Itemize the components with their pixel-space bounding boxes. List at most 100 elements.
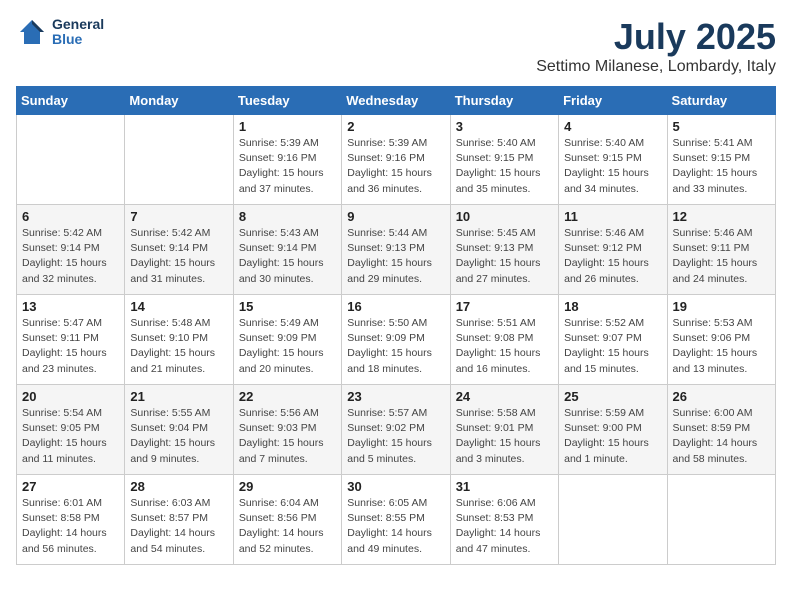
calendar-cell: 28 Sunrise: 6:03 AMSunset: 8:57 PMDaylig… xyxy=(125,475,233,565)
calendar-cell: 9 Sunrise: 5:44 AMSunset: 9:13 PMDayligh… xyxy=(342,205,450,295)
day-number: 27 xyxy=(22,479,119,494)
calendar-cell: 30 Sunrise: 6:05 AMSunset: 8:55 PMDaylig… xyxy=(342,475,450,565)
day-info: Sunrise: 5:46 AMSunset: 9:11 PMDaylight:… xyxy=(673,227,758,285)
calendar-week-row: 27 Sunrise: 6:01 AMSunset: 8:58 PMDaylig… xyxy=(17,475,776,565)
day-info: Sunrise: 5:52 AMSunset: 9:07 PMDaylight:… xyxy=(564,317,649,375)
weekday-header: Wednesday xyxy=(342,87,450,115)
day-number: 24 xyxy=(456,389,553,404)
weekday-header-row: SundayMondayTuesdayWednesdayThursdayFrid… xyxy=(17,87,776,115)
weekday-header: Monday xyxy=(125,87,233,115)
calendar-cell: 8 Sunrise: 5:43 AMSunset: 9:14 PMDayligh… xyxy=(233,205,341,295)
calendar-cell: 25 Sunrise: 5:59 AMSunset: 9:00 PMDaylig… xyxy=(559,385,667,475)
day-number: 5 xyxy=(673,119,770,134)
day-number: 2 xyxy=(347,119,444,134)
day-info: Sunrise: 5:56 AMSunset: 9:03 PMDaylight:… xyxy=(239,407,324,465)
day-info: Sunrise: 5:50 AMSunset: 9:09 PMDaylight:… xyxy=(347,317,432,375)
calendar-week-row: 20 Sunrise: 5:54 AMSunset: 9:05 PMDaylig… xyxy=(17,385,776,475)
day-info: Sunrise: 5:57 AMSunset: 9:02 PMDaylight:… xyxy=(347,407,432,465)
calendar-cell xyxy=(667,475,775,565)
day-number: 21 xyxy=(130,389,227,404)
day-number: 14 xyxy=(130,299,227,314)
calendar-week-row: 1 Sunrise: 5:39 AMSunset: 9:16 PMDayligh… xyxy=(17,115,776,205)
day-info: Sunrise: 5:44 AMSunset: 9:13 PMDaylight:… xyxy=(347,227,432,285)
day-info: Sunrise: 6:01 AMSunset: 8:58 PMDaylight:… xyxy=(22,497,107,555)
day-info: Sunrise: 6:04 AMSunset: 8:56 PMDaylight:… xyxy=(239,497,324,555)
day-info: Sunrise: 6:06 AMSunset: 8:53 PMDaylight:… xyxy=(456,497,541,555)
day-info: Sunrise: 5:42 AMSunset: 9:14 PMDaylight:… xyxy=(22,227,107,285)
day-info: Sunrise: 5:46 AMSunset: 9:12 PMDaylight:… xyxy=(564,227,649,285)
weekday-header: Tuesday xyxy=(233,87,341,115)
month-title: July 2025 xyxy=(536,16,776,58)
day-number: 12 xyxy=(673,209,770,224)
calendar-cell: 12 Sunrise: 5:46 AMSunset: 9:11 PMDaylig… xyxy=(667,205,775,295)
weekday-header: Thursday xyxy=(450,87,558,115)
day-info: Sunrise: 5:55 AMSunset: 9:04 PMDaylight:… xyxy=(130,407,215,465)
day-number: 13 xyxy=(22,299,119,314)
day-info: Sunrise: 5:54 AMSunset: 9:05 PMDaylight:… xyxy=(22,407,107,465)
day-info: Sunrise: 5:45 AMSunset: 9:13 PMDaylight:… xyxy=(456,227,541,285)
day-number: 4 xyxy=(564,119,661,134)
day-info: Sunrise: 5:51 AMSunset: 9:08 PMDaylight:… xyxy=(456,317,541,375)
day-number: 25 xyxy=(564,389,661,404)
calendar-cell: 17 Sunrise: 5:51 AMSunset: 9:08 PMDaylig… xyxy=(450,295,558,385)
calendar-cell: 14 Sunrise: 5:48 AMSunset: 9:10 PMDaylig… xyxy=(125,295,233,385)
day-info: Sunrise: 5:59 AMSunset: 9:00 PMDaylight:… xyxy=(564,407,649,465)
day-number: 29 xyxy=(239,479,336,494)
day-info: Sunrise: 6:05 AMSunset: 8:55 PMDaylight:… xyxy=(347,497,432,555)
day-info: Sunrise: 5:41 AMSunset: 9:15 PMDaylight:… xyxy=(673,137,758,195)
day-info: Sunrise: 6:03 AMSunset: 8:57 PMDaylight:… xyxy=(130,497,215,555)
day-number: 10 xyxy=(456,209,553,224)
calendar-cell: 18 Sunrise: 5:52 AMSunset: 9:07 PMDaylig… xyxy=(559,295,667,385)
calendar-cell: 16 Sunrise: 5:50 AMSunset: 9:09 PMDaylig… xyxy=(342,295,450,385)
day-number: 22 xyxy=(239,389,336,404)
day-info: Sunrise: 5:39 AMSunset: 9:16 PMDaylight:… xyxy=(347,137,432,195)
calendar-week-row: 6 Sunrise: 5:42 AMSunset: 9:14 PMDayligh… xyxy=(17,205,776,295)
day-number: 28 xyxy=(130,479,227,494)
day-info: Sunrise: 5:48 AMSunset: 9:10 PMDaylight:… xyxy=(130,317,215,375)
day-number: 3 xyxy=(456,119,553,134)
day-info: Sunrise: 5:53 AMSunset: 9:06 PMDaylight:… xyxy=(673,317,758,375)
day-info: Sunrise: 5:40 AMSunset: 9:15 PMDaylight:… xyxy=(564,137,649,195)
calendar-cell: 3 Sunrise: 5:40 AMSunset: 9:15 PMDayligh… xyxy=(450,115,558,205)
day-number: 6 xyxy=(22,209,119,224)
calendar-cell: 11 Sunrise: 5:46 AMSunset: 9:12 PMDaylig… xyxy=(559,205,667,295)
weekday-header: Friday xyxy=(559,87,667,115)
day-number: 23 xyxy=(347,389,444,404)
day-info: Sunrise: 5:58 AMSunset: 9:01 PMDaylight:… xyxy=(456,407,541,465)
calendar-cell: 5 Sunrise: 5:41 AMSunset: 9:15 PMDayligh… xyxy=(667,115,775,205)
calendar-cell: 13 Sunrise: 5:47 AMSunset: 9:11 PMDaylig… xyxy=(17,295,125,385)
logo-text: General Blue xyxy=(52,17,104,48)
location-title: Settimo Milanese, Lombardy, Italy xyxy=(536,58,776,76)
calendar-cell xyxy=(559,475,667,565)
day-info: Sunrise: 5:49 AMSunset: 9:09 PMDaylight:… xyxy=(239,317,324,375)
title-block: July 2025 Settimo Milanese, Lombardy, It… xyxy=(536,16,776,76)
calendar-cell xyxy=(125,115,233,205)
calendar-cell: 31 Sunrise: 6:06 AMSunset: 8:53 PMDaylig… xyxy=(450,475,558,565)
calendar-cell: 2 Sunrise: 5:39 AMSunset: 9:16 PMDayligh… xyxy=(342,115,450,205)
calendar-cell: 6 Sunrise: 5:42 AMSunset: 9:14 PMDayligh… xyxy=(17,205,125,295)
calendar-cell: 19 Sunrise: 5:53 AMSunset: 9:06 PMDaylig… xyxy=(667,295,775,385)
logo-icon xyxy=(16,16,48,48)
calendar-cell: 24 Sunrise: 5:58 AMSunset: 9:01 PMDaylig… xyxy=(450,385,558,475)
day-info: Sunrise: 6:00 AMSunset: 8:59 PMDaylight:… xyxy=(673,407,758,465)
day-number: 1 xyxy=(239,119,336,134)
calendar-cell: 4 Sunrise: 5:40 AMSunset: 9:15 PMDayligh… xyxy=(559,115,667,205)
day-info: Sunrise: 5:39 AMSunset: 9:16 PMDaylight:… xyxy=(239,137,324,195)
day-number: 8 xyxy=(239,209,336,224)
calendar-week-row: 13 Sunrise: 5:47 AMSunset: 9:11 PMDaylig… xyxy=(17,295,776,385)
day-info: Sunrise: 5:42 AMSunset: 9:14 PMDaylight:… xyxy=(130,227,215,285)
day-number: 17 xyxy=(456,299,553,314)
day-number: 20 xyxy=(22,389,119,404)
calendar-cell: 26 Sunrise: 6:00 AMSunset: 8:59 PMDaylig… xyxy=(667,385,775,475)
day-number: 18 xyxy=(564,299,661,314)
calendar-cell: 23 Sunrise: 5:57 AMSunset: 9:02 PMDaylig… xyxy=(342,385,450,475)
calendar-cell: 27 Sunrise: 6:01 AMSunset: 8:58 PMDaylig… xyxy=(17,475,125,565)
calendar-table: SundayMondayTuesdayWednesdayThursdayFrid… xyxy=(16,86,776,565)
weekday-header: Saturday xyxy=(667,87,775,115)
day-number: 30 xyxy=(347,479,444,494)
day-number: 31 xyxy=(456,479,553,494)
day-number: 9 xyxy=(347,209,444,224)
calendar-cell: 22 Sunrise: 5:56 AMSunset: 9:03 PMDaylig… xyxy=(233,385,341,475)
day-number: 7 xyxy=(130,209,227,224)
day-info: Sunrise: 5:40 AMSunset: 9:15 PMDaylight:… xyxy=(456,137,541,195)
